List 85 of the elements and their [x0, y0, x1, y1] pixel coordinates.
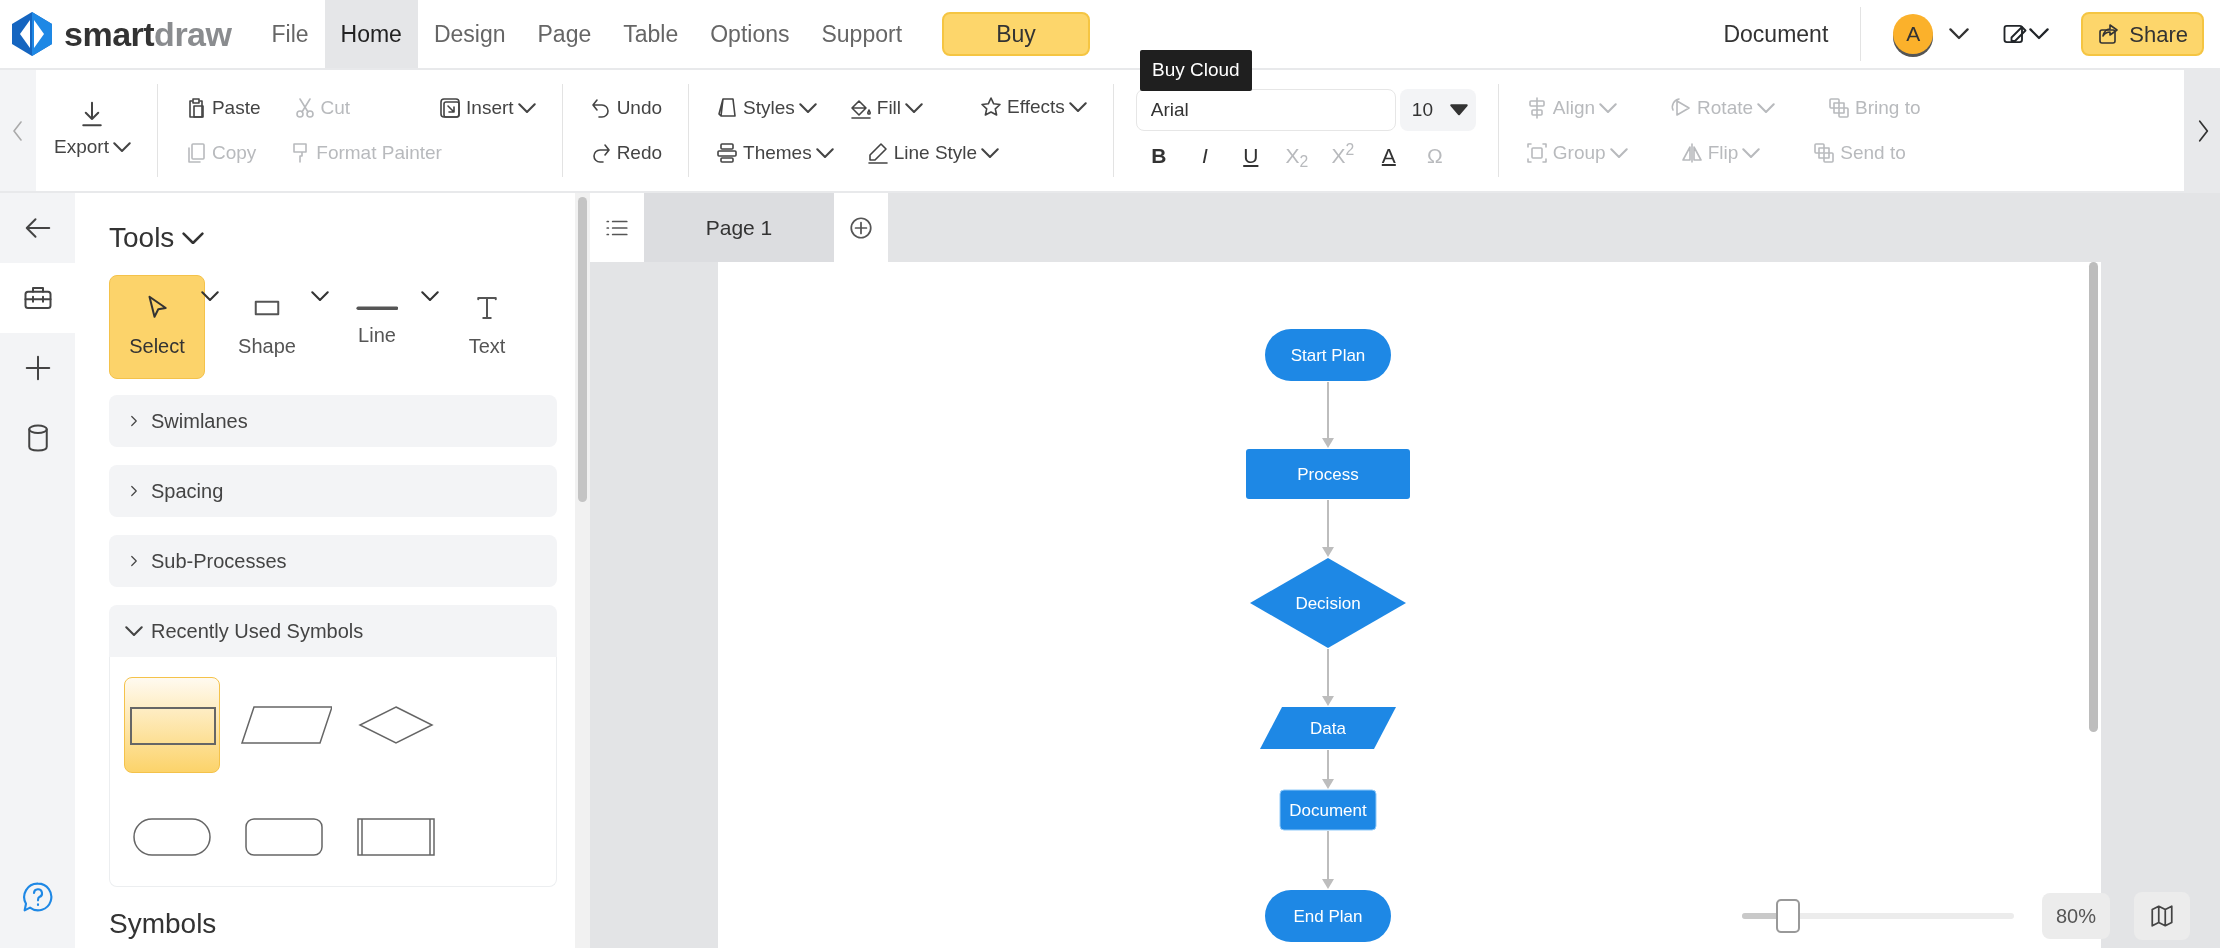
add-icon — [848, 214, 874, 241]
section-header[interactable]: Recently Used Symbols — [109, 605, 557, 657]
node-label: Start Plan — [1290, 346, 1366, 365]
toolbar-button[interactable]: Redo — [584, 134, 667, 171]
page-tab[interactable]: Page 1 — [644, 193, 834, 262]
avatar[interactable]: A — [1893, 14, 1934, 54]
toolbar-button[interactable]: Fill — [844, 90, 928, 127]
tool-button[interactable]: Text — [439, 275, 535, 379]
connector-arrow — [1322, 749, 1334, 789]
format-button[interactable]: U — [1227, 138, 1274, 173]
caret-icon — [125, 625, 143, 637]
document-name: Document — [1723, 19, 1829, 49]
font-field[interactable]: Arial — [1135, 88, 1396, 131]
app-logo: smartdraw — [64, 13, 232, 55]
toolbar-button[interactable]: Styles — [711, 90, 821, 127]
tooltip: Buy Cloud — [1140, 50, 1252, 91]
node-label: Document — [1289, 801, 1367, 820]
caret-icon — [1949, 28, 1970, 40]
caret-icon — [1757, 103, 1776, 114]
section-header[interactable]: Swimlanes — [109, 395, 557, 447]
toolbar-button[interactable]: Paste — [179, 90, 265, 127]
tool-button[interactable]: Select — [109, 275, 205, 379]
font-size-dropdown[interactable]: 10 — [1399, 88, 1476, 131]
slider-thumb[interactable] — [1776, 899, 1801, 933]
help-icon — [21, 881, 54, 913]
sidebar-tab[interactable] — [0, 263, 75, 333]
group-icon — [1524, 140, 1549, 165]
caret-icon — [905, 103, 924, 114]
arrange-icon — [1827, 96, 1852, 121]
caret-icon — [1609, 147, 1628, 158]
menu-tab[interactable]: Table — [607, 0, 695, 68]
caret-icon — [112, 142, 131, 153]
caret-icon — [517, 103, 536, 114]
menu-tab[interactable]: Design — [417, 0, 522, 68]
node-label: End Plan — [1293, 907, 1363, 926]
zoom-slider[interactable] — [1741, 898, 2014, 934]
map-icon — [2149, 903, 2175, 929]
zoom-level: 80% — [2041, 893, 2110, 939]
connector-arrow — [1322, 381, 1334, 448]
layers-icon — [715, 140, 740, 165]
caret-icon — [815, 147, 834, 158]
toolbar-button[interactable]: Undo — [584, 90, 667, 127]
toolbar-button[interactable]: Line Style — [861, 134, 1004, 171]
caret-icon — [2029, 28, 2050, 40]
section-header[interactable]: Spacing — [109, 465, 557, 517]
menu-tab[interactable]: Support — [805, 0, 919, 68]
share-button[interactable]: Share — [2081, 12, 2204, 56]
connector-arrow — [1322, 499, 1334, 557]
scrollbar[interactable] — [575, 193, 590, 948]
node-label: Process — [1297, 465, 1359, 484]
buy-button[interactable]: Buy — [942, 12, 1091, 56]
add-page-button[interactable] — [834, 193, 888, 262]
caret-icon — [182, 231, 205, 245]
tool-button[interactable]: Shape — [219, 275, 315, 379]
dropdown-triangle-icon — [1449, 103, 1468, 116]
caret-icon — [1068, 102, 1087, 113]
caret-icon — [1742, 147, 1761, 158]
format-button[interactable]: I — [1181, 138, 1228, 173]
toolbar-button[interactable]: Export — [50, 95, 135, 166]
arrange-icon — [1812, 140, 1837, 165]
menu-tab[interactable]: Home — [324, 0, 418, 68]
symbol-tile[interactable] — [124, 677, 220, 773]
node-label: Decision — [1295, 594, 1361, 613]
panel-title: Tools — [109, 221, 175, 255]
toolbar-button[interactable]: Insert — [434, 90, 540, 127]
toolbar-button[interactable]: Themes — [711, 134, 838, 171]
tool-button[interactable]: Line — [329, 275, 425, 379]
section-header[interactable]: Sub-Processes — [109, 535, 557, 587]
map-button[interactable] — [2134, 892, 2190, 940]
format-button[interactable]: A — [1365, 138, 1412, 173]
menu-tab[interactable]: File — [255, 0, 325, 68]
caret-icon — [1599, 103, 1618, 114]
connector-arrow — [1322, 830, 1334, 889]
caret-icon — [798, 103, 817, 114]
pen-icon — [865, 140, 890, 165]
connector-arrow — [1322, 648, 1334, 706]
caret-icon — [981, 147, 1000, 158]
menu-tab[interactable]: Page — [521, 0, 608, 68]
node-label: Data — [1310, 719, 1346, 738]
section-title: Symbols — [109, 907, 218, 941]
toolbar-button[interactable]: Effects — [975, 89, 1091, 126]
insert-icon — [438, 96, 463, 121]
menu-tab[interactable]: Options — [694, 0, 806, 68]
flip-icon — [1679, 140, 1704, 165]
format-button[interactable]: B — [1135, 138, 1182, 173]
